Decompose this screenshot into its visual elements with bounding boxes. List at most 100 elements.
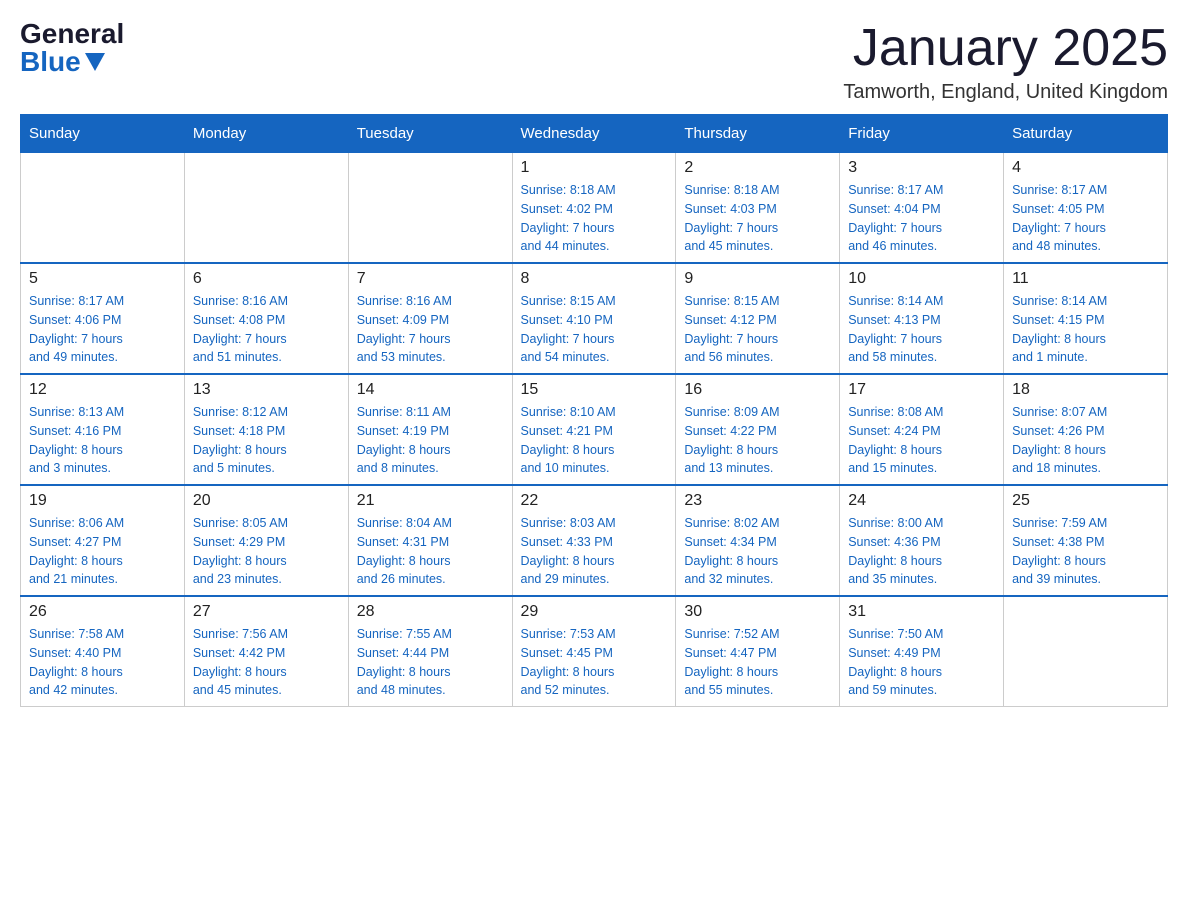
day-info: Sunrise: 7:50 AM Sunset: 4:49 PM Dayligh…	[848, 625, 995, 700]
day-info: Sunrise: 8:17 AM Sunset: 4:06 PM Dayligh…	[29, 292, 176, 367]
day-number: 6	[193, 270, 340, 288]
day-info: Sunrise: 8:02 AM Sunset: 4:34 PM Dayligh…	[684, 514, 831, 589]
logo-triangle-icon	[85, 53, 105, 71]
calendar-header-tuesday: Tuesday	[348, 115, 512, 153]
day-number: 10	[848, 270, 995, 288]
logo: General Blue	[20, 20, 124, 76]
day-number: 20	[193, 492, 340, 510]
calendar-day-cell	[184, 153, 348, 264]
calendar-day-cell: 18Sunrise: 8:07 AM Sunset: 4:26 PM Dayli…	[1004, 374, 1168, 485]
calendar-table: SundayMondayTuesdayWednesdayThursdayFrid…	[20, 114, 1168, 707]
calendar-day-cell: 15 Sunrise: 8:10 AM Sunset: 4:21 PM Dayli…	[512, 374, 676, 485]
day-number: 21	[357, 492, 504, 510]
day-number: 12	[29, 381, 176, 399]
day-number: 19	[29, 492, 176, 510]
calendar-day-cell	[21, 153, 185, 264]
calendar-day-cell: 25 Sunrise: 7:59 AM Sunset: 4:38 PM Dayli…	[1004, 485, 1168, 596]
day-info: Sunrise: 7:59 AM Sunset: 4:38 PM Dayligh…	[1012, 514, 1159, 589]
logo-blue-text: Blue	[20, 48, 105, 76]
calendar-header-thursday: Thursday	[676, 115, 840, 153]
calendar-day-cell: 21 Sunrise: 8:04 AM Sunset: 4:31 PM Dayli…	[348, 485, 512, 596]
day-number: 15	[521, 381, 668, 399]
day-number: 18	[1012, 381, 1159, 399]
calendar-day-cell: 17 Sunrise: 8:08 AM Sunset: 4:24 PM Dayli…	[840, 374, 1004, 485]
day-number: 27	[193, 603, 340, 621]
calendar-day-cell: 26 Sunrise: 7:58 AM Sunset: 4:40 PM Dayli…	[21, 596, 185, 707]
month-title: January 2025	[843, 20, 1168, 77]
calendar-day-cell: 29Sunrise: 7:53 AM Sunset: 4:45 PM Dayli…	[512, 596, 676, 707]
day-info: Sunrise: 7:52 AM Sunset: 4:47 PM Dayligh…	[684, 625, 831, 700]
calendar-day-cell: 4 Sunrise: 8:17 AM Sunset: 4:05 PM Daylig…	[1004, 153, 1168, 264]
day-info: Sunrise: 8:11 AM Sunset: 4:19 PM Dayligh…	[357, 403, 504, 478]
calendar-header-sunday: Sunday	[21, 115, 185, 153]
day-number: 11	[1012, 270, 1159, 288]
calendar-week-row: 19 Sunrise: 8:06 AM Sunset: 4:27 PM Dayli…	[21, 485, 1168, 596]
day-number: 4	[1012, 159, 1159, 177]
day-number: 24	[848, 492, 995, 510]
calendar-day-cell: 14 Sunrise: 8:11 AM Sunset: 4:19 PM Dayli…	[348, 374, 512, 485]
calendar-day-cell	[1004, 596, 1168, 707]
calendar-day-cell: 11 Sunrise: 8:14 AM Sunset: 4:15 PM Dayli…	[1004, 263, 1168, 374]
day-number: 25	[1012, 492, 1159, 510]
day-info: Sunrise: 7:58 AM Sunset: 4:40 PM Dayligh…	[29, 625, 176, 700]
day-info: Sunrise: 8:13 AM Sunset: 4:16 PM Dayligh…	[29, 403, 176, 478]
calendar-day-cell: 6Sunrise: 8:16 AM Sunset: 4:08 PM Daylig…	[184, 263, 348, 374]
calendar-day-cell: 13 Sunrise: 8:12 AM Sunset: 4:18 PM Dayli…	[184, 374, 348, 485]
day-info: Sunrise: 8:10 AM Sunset: 4:21 PM Dayligh…	[521, 403, 668, 478]
day-info: Sunrise: 8:12 AM Sunset: 4:18 PM Dayligh…	[193, 403, 340, 478]
calendar-day-cell: 12 Sunrise: 8:13 AM Sunset: 4:16 PM Dayli…	[21, 374, 185, 485]
calendar-day-cell: 10 Sunrise: 8:14 AM Sunset: 4:13 PM Dayli…	[840, 263, 1004, 374]
day-info: Sunrise: 8:06 AM Sunset: 4:27 PM Dayligh…	[29, 514, 176, 589]
calendar-week-row: 5 Sunrise: 8:17 AM Sunset: 4:06 PM Daylig…	[21, 263, 1168, 374]
day-number: 30	[684, 603, 831, 621]
day-info: Sunrise: 8:15 AM Sunset: 4:12 PM Dayligh…	[684, 292, 831, 367]
calendar-day-cell: 28Sunrise: 7:55 AM Sunset: 4:44 PM Dayli…	[348, 596, 512, 707]
calendar-day-cell: 19 Sunrise: 8:06 AM Sunset: 4:27 PM Dayli…	[21, 485, 185, 596]
calendar-day-cell: 22 Sunrise: 8:03 AM Sunset: 4:33 PM Dayli…	[512, 485, 676, 596]
day-info: Sunrise: 8:05 AM Sunset: 4:29 PM Dayligh…	[193, 514, 340, 589]
day-info: Sunrise: 8:08 AM Sunset: 4:24 PM Dayligh…	[848, 403, 995, 478]
calendar-day-cell: 7Sunrise: 8:16 AM Sunset: 4:09 PM Daylig…	[348, 263, 512, 374]
calendar-day-cell	[348, 153, 512, 264]
calendar-week-row: 12 Sunrise: 8:13 AM Sunset: 4:16 PM Dayli…	[21, 374, 1168, 485]
day-info: Sunrise: 8:17 AM Sunset: 4:04 PM Dayligh…	[848, 181, 995, 256]
calendar-day-cell: 8Sunrise: 8:15 AM Sunset: 4:10 PM Daylig…	[512, 263, 676, 374]
day-number: 28	[357, 603, 504, 621]
day-info: Sunrise: 8:18 AM Sunset: 4:03 PM Dayligh…	[684, 181, 831, 256]
calendar-header-friday: Friday	[840, 115, 1004, 153]
calendar-day-cell: 3 Sunrise: 8:17 AM Sunset: 4:04 PM Daylig…	[840, 153, 1004, 264]
page-header: General Blue January 2025 Tamworth, Engl…	[20, 20, 1168, 104]
day-info: Sunrise: 8:17 AM Sunset: 4:05 PM Dayligh…	[1012, 181, 1159, 256]
calendar-week-row: 1Sunrise: 8:18 AM Sunset: 4:02 PM Daylig…	[21, 153, 1168, 264]
day-number: 16	[684, 381, 831, 399]
day-info: Sunrise: 8:00 AM Sunset: 4:36 PM Dayligh…	[848, 514, 995, 589]
day-info: Sunrise: 8:04 AM Sunset: 4:31 PM Dayligh…	[357, 514, 504, 589]
calendar-day-cell: 31 Sunrise: 7:50 AM Sunset: 4:49 PM Dayli…	[840, 596, 1004, 707]
calendar-day-cell: 27Sunrise: 7:56 AM Sunset: 4:42 PM Dayli…	[184, 596, 348, 707]
calendar-day-cell: 1Sunrise: 8:18 AM Sunset: 4:02 PM Daylig…	[512, 153, 676, 264]
calendar-header-saturday: Saturday	[1004, 115, 1168, 153]
day-number: 1	[521, 159, 668, 177]
calendar-day-cell: 30 Sunrise: 7:52 AM Sunset: 4:47 PM Dayli…	[676, 596, 840, 707]
calendar-day-cell: 24 Sunrise: 8:00 AM Sunset: 4:36 PM Dayli…	[840, 485, 1004, 596]
day-info: Sunrise: 8:14 AM Sunset: 4:13 PM Dayligh…	[848, 292, 995, 367]
day-number: 22	[521, 492, 668, 510]
location-subtitle: Tamworth, England, United Kingdom	[843, 81, 1168, 104]
calendar-day-cell: 5 Sunrise: 8:17 AM Sunset: 4:06 PM Daylig…	[21, 263, 185, 374]
day-number: 29	[521, 603, 668, 621]
logo-general-text: General	[20, 20, 124, 48]
calendar-day-cell: 23Sunrise: 8:02 AM Sunset: 4:34 PM Dayli…	[676, 485, 840, 596]
day-number: 14	[357, 381, 504, 399]
day-info: Sunrise: 8:09 AM Sunset: 4:22 PM Dayligh…	[684, 403, 831, 478]
calendar-day-cell: 16 Sunrise: 8:09 AM Sunset: 4:22 PM Dayli…	[676, 374, 840, 485]
day-info: Sunrise: 8:14 AM Sunset: 4:15 PM Dayligh…	[1012, 292, 1159, 367]
day-number: 13	[193, 381, 340, 399]
day-number: 31	[848, 603, 995, 621]
day-number: 3	[848, 159, 995, 177]
day-number: 8	[521, 270, 668, 288]
day-number: 26	[29, 603, 176, 621]
day-info: Sunrise: 8:03 AM Sunset: 4:33 PM Dayligh…	[521, 514, 668, 589]
calendar-header-monday: Monday	[184, 115, 348, 153]
day-number: 5	[29, 270, 176, 288]
day-number: 17	[848, 381, 995, 399]
